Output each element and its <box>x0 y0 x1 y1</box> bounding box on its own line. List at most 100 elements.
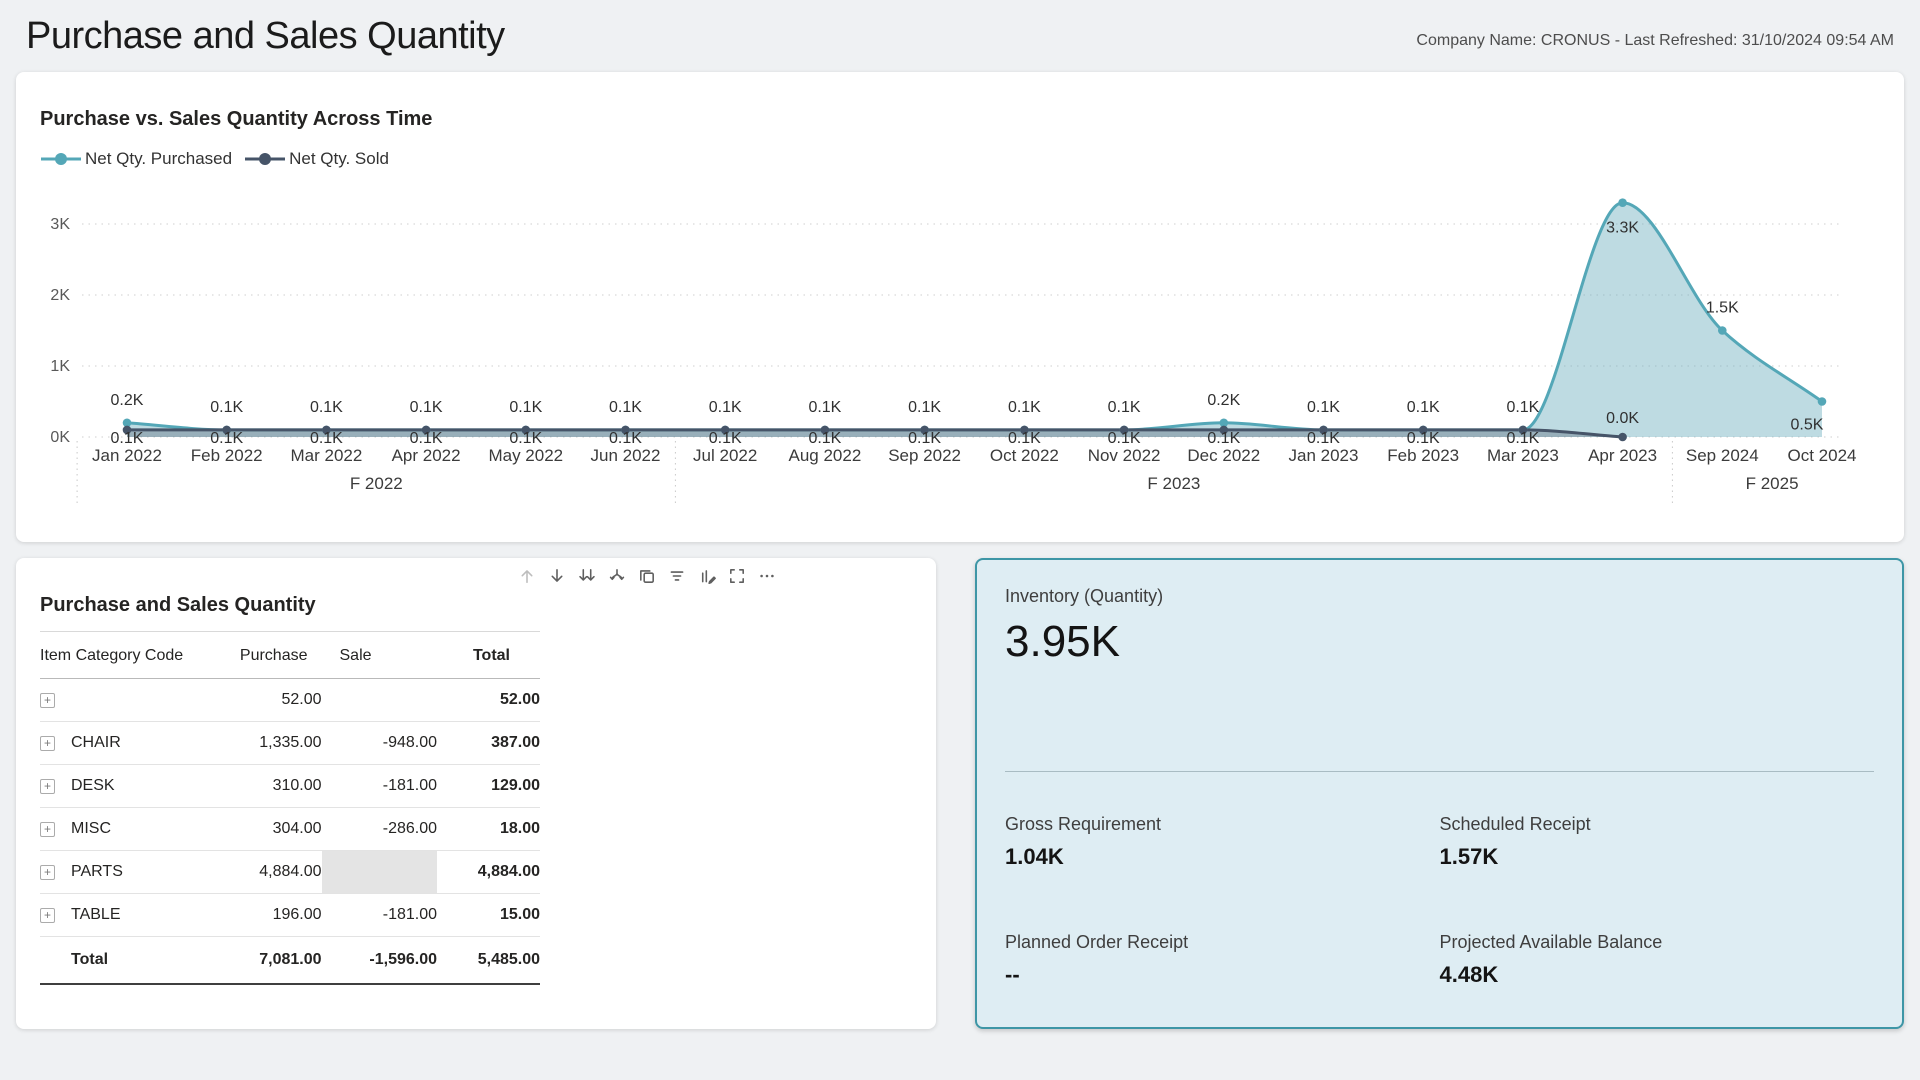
expand-level-icon[interactable] <box>608 567 626 585</box>
filter-icon[interactable] <box>668 567 686 585</box>
copy-icon[interactable] <box>638 567 656 585</box>
expand-icon[interactable]: + <box>40 865 55 880</box>
purchase-value: 304.00 <box>216 808 321 851</box>
item-category-code: CHAIR <box>71 734 121 752</box>
svg-text:Oct 2022: Oct 2022 <box>990 446 1059 465</box>
svg-text:1K: 1K <box>50 358 70 375</box>
col-header-purchase[interactable]: Purchase <box>216 632 321 679</box>
item-category-code: TABLE <box>71 906 121 924</box>
svg-text:0.2K: 0.2K <box>1207 392 1240 409</box>
svg-text:Apr 2023: Apr 2023 <box>1588 446 1657 465</box>
svg-text:Jul 2022: Jul 2022 <box>693 446 757 465</box>
svg-text:Jan 2023: Jan 2023 <box>1289 446 1359 465</box>
svg-text:Apr 2022: Apr 2022 <box>392 446 461 465</box>
svg-text:Mar 2023: Mar 2023 <box>1487 446 1559 465</box>
total-total-value: 5,485.00 <box>437 937 540 985</box>
svg-text:Feb 2023: Feb 2023 <box>1387 446 1459 465</box>
svg-text:0.1K: 0.1K <box>609 399 642 416</box>
table-row[interactable]: +52.0052.00 <box>40 679 540 722</box>
col-header-sale[interactable]: Sale <box>322 632 438 679</box>
report-header: Purchase and Sales Quantity Company Name… <box>0 0 1920 72</box>
svg-text:3.3K: 3.3K <box>1606 220 1639 237</box>
total-value: 387.00 <box>437 722 540 765</box>
table-row[interactable]: +MISC304.00-286.0018.00 <box>40 808 540 851</box>
next-level-icon[interactable] <box>578 567 596 585</box>
svg-text:0.1K: 0.1K <box>111 430 144 447</box>
svg-text:0.1K: 0.1K <box>1108 399 1141 416</box>
total-sale-value: -1,596.00 <box>322 937 438 985</box>
total-value: 15.00 <box>437 894 540 937</box>
series-sold <box>127 430 1623 437</box>
chart-legend: Net Qty. Purchased Net Qty. Sold <box>40 149 1880 169</box>
purchase-value: 1,335.00 <box>216 722 321 765</box>
svg-text:0.2K: 0.2K <box>111 392 144 409</box>
svg-text:0.1K: 0.1K <box>509 399 542 416</box>
svg-text:0.1K: 0.1K <box>210 430 243 447</box>
metric-projected-available-balance: Projected Available Balance 4.48K <box>1440 932 1875 988</box>
svg-text:0.1K: 0.1K <box>1506 399 1539 416</box>
table-row[interactable]: +TABLE196.00-181.0015.00 <box>40 894 540 937</box>
svg-text:0.1K: 0.1K <box>210 399 243 416</box>
expand-icon[interactable]: + <box>40 693 55 708</box>
visual-toolbar <box>518 567 776 585</box>
svg-text:May 2022: May 2022 <box>488 446 563 465</box>
legend-item-purchased[interactable]: Net Qty. Purchased <box>40 149 232 169</box>
matrix-title: Purchase and Sales Quantity <box>40 594 540 632</box>
inventory-kpi-card: Inventory (Quantity) 3.95K Gross Require… <box>975 558 1904 1029</box>
svg-text:0.1K: 0.1K <box>1506 430 1539 447</box>
svg-text:2K: 2K <box>50 287 70 304</box>
svg-text:Jun 2022: Jun 2022 <box>591 446 661 465</box>
purchase-value: 4,884.00 <box>216 851 321 894</box>
purchase-value: 52.00 <box>216 679 321 722</box>
svg-text:Sep 2024: Sep 2024 <box>1686 446 1759 465</box>
expand-icon[interactable]: + <box>40 908 55 923</box>
expand-icon[interactable]: + <box>40 736 55 751</box>
kpi-value: 3.95K <box>1005 617 1874 667</box>
legend-item-sold[interactable]: Net Qty. Sold <box>244 149 389 169</box>
item-category-code: DESK <box>71 777 115 795</box>
table-total-row[interactable]: Total 7,081.00 -1,596.00 5,485.00 <box>40 937 540 985</box>
col-header-item-category-code[interactable]: Item Category Code <box>40 632 216 679</box>
drill-down-icon[interactable] <box>548 567 566 585</box>
svg-text:0.0K: 0.0K <box>1606 410 1639 427</box>
expand-icon[interactable]: + <box>40 779 55 794</box>
svg-text:F 2022: F 2022 <box>350 474 403 493</box>
page-title: Purchase and Sales Quantity <box>26 15 505 58</box>
svg-text:Dec 2022: Dec 2022 <box>1187 446 1260 465</box>
svg-text:0.1K: 0.1K <box>310 399 343 416</box>
series-purchased <box>127 203 1822 437</box>
svg-text:1.5K: 1.5K <box>1706 300 1739 317</box>
drill-up-icon[interactable] <box>518 567 536 585</box>
purchase-value: 310.00 <box>216 765 321 808</box>
purchase-sales-table: Item Category Code Purchase Sale Total +… <box>40 632 540 985</box>
svg-text:0.1K: 0.1K <box>808 430 841 447</box>
sale-value <box>322 851 438 894</box>
svg-text:0.1K: 0.1K <box>908 430 941 447</box>
table-row[interactable]: +CHAIR1,335.00-948.00387.00 <box>40 722 540 765</box>
focus-mode-icon[interactable] <box>728 567 746 585</box>
table-row[interactable]: +PARTS4,884.004,884.00 <box>40 851 540 894</box>
svg-text:Jan 2022: Jan 2022 <box>92 446 162 465</box>
company-refresh-info: Company Name: CRONUS - Last Refreshed: 3… <box>1416 32 1894 58</box>
total-row-label: Total <box>40 937 216 985</box>
sale-value: -181.00 <box>322 894 438 937</box>
svg-text:0.1K: 0.1K <box>1307 430 1340 447</box>
col-header-total[interactable]: Total <box>437 632 540 679</box>
svg-text:Feb 2022: Feb 2022 <box>191 446 263 465</box>
kpi-title: Inventory (Quantity) <box>1005 586 1874 607</box>
expand-icon[interactable]: + <box>40 822 55 837</box>
sale-value: -181.00 <box>322 765 438 808</box>
item-category-code: MISC <box>71 820 111 838</box>
svg-text:0.1K: 0.1K <box>709 430 742 447</box>
legend-marker-icon <box>40 152 82 166</box>
personalize-icon[interactable] <box>698 567 716 585</box>
more-options-icon[interactable] <box>758 567 776 585</box>
svg-text:Sep 2022: Sep 2022 <box>888 446 961 465</box>
svg-text:0.5K: 0.5K <box>1791 417 1824 434</box>
metric-planned-order-receipt: Planned Order Receipt -- <box>1005 932 1440 988</box>
kpi-divider <box>1005 771 1874 772</box>
total-value: 4,884.00 <box>437 851 540 894</box>
table-row[interactable]: +DESK310.00-181.00129.00 <box>40 765 540 808</box>
sale-value <box>322 679 438 722</box>
time-chart-svg[interactable]: 0K1K2K3KF 2022F 2023F 2025Jan 2022Feb 20… <box>40 173 1880 518</box>
